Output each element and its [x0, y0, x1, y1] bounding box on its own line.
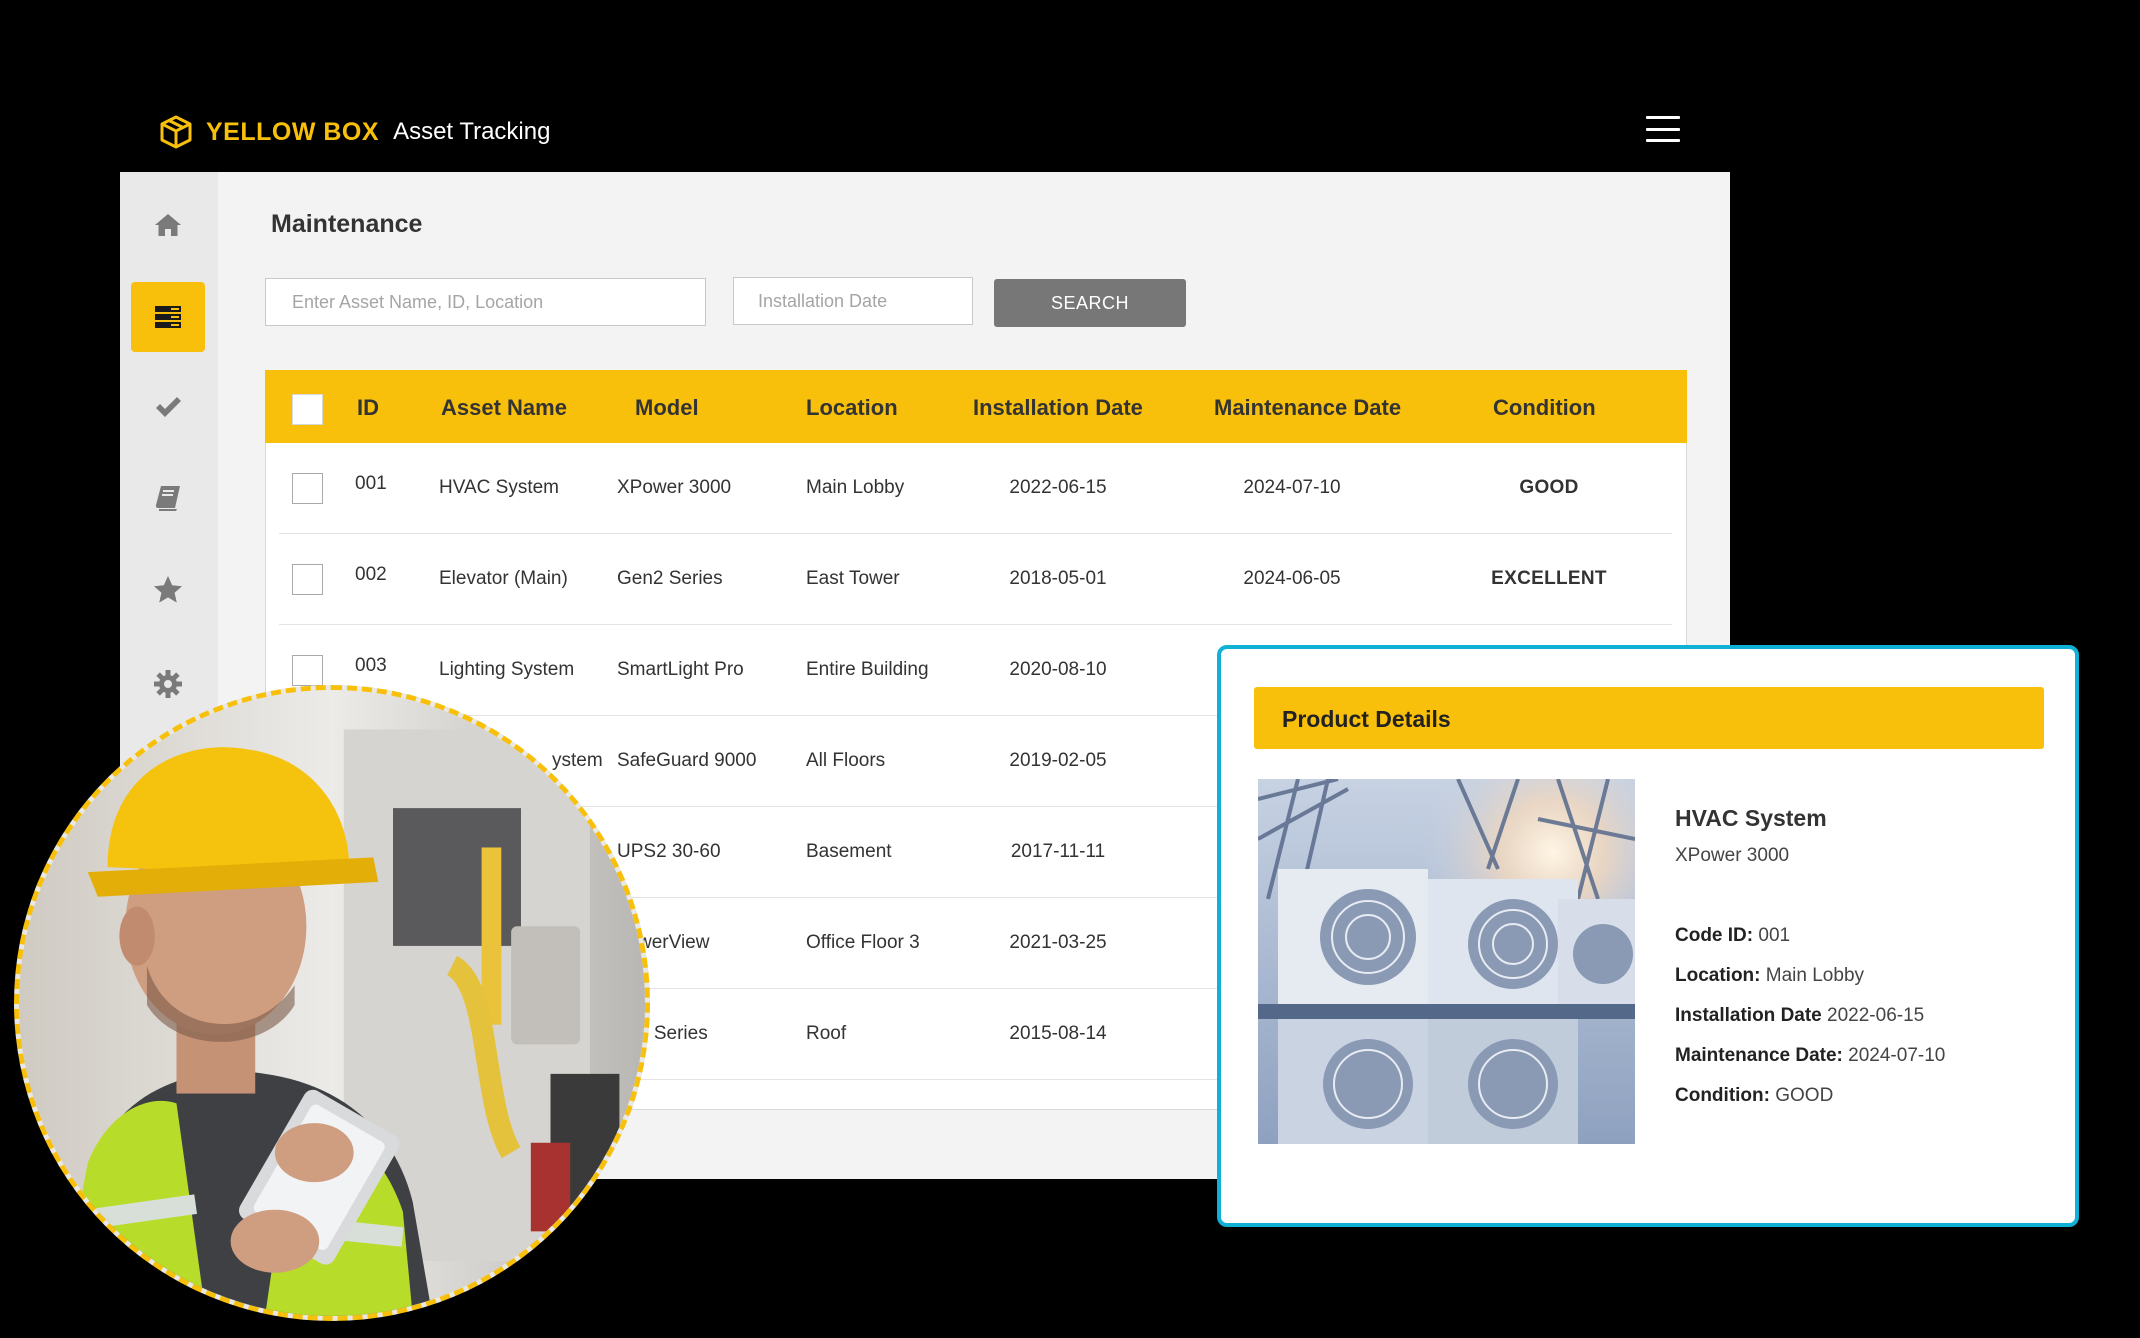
installation-date-field: Installation Date 2022-06-15 [1675, 1005, 1924, 1027]
maintenance-date-field: Maintenance Date: 2024-07-10 [1675, 1045, 1945, 1067]
search-input[interactable] [265, 278, 706, 326]
table-row[interactable]: 002 Elevator (Main) Gen2 Series East Tow… [266, 534, 1686, 625]
star-icon [154, 576, 182, 603]
col-location[interactable]: Location [806, 395, 898, 421]
col-maintenance-date[interactable]: Maintenance Date [1214, 395, 1401, 421]
cell-location: East Tower [806, 568, 900, 589]
col-asset-name[interactable]: Asset Name [441, 395, 567, 421]
check-icon [156, 397, 181, 417]
cell-installation-date: 2020-08-10 [1009, 659, 1107, 680]
cell-installation-date: 2019-02-05 [1009, 750, 1107, 771]
sidebar-item-assets[interactable] [131, 282, 205, 352]
book-icon [155, 486, 180, 511]
sidebar-item-favorites[interactable] [131, 555, 205, 625]
brand[interactable]: YELLOW BOX Asset Tracking [158, 112, 550, 152]
row-checkbox[interactable] [292, 564, 323, 595]
product-details-card: Product Details HVAC System XPower 3000 … [1217, 645, 2079, 1227]
cell-location: Entire Building [806, 659, 929, 680]
product-name: HVAC System [1675, 805, 1827, 831]
server-list-icon [155, 306, 181, 328]
cell-id: 001 [355, 473, 387, 494]
cell-location: Main Lobby [806, 477, 905, 498]
cell-maintenance-date: 2024-06-05 [1243, 568, 1341, 589]
installation-date-input[interactable] [733, 277, 973, 325]
maintenance-date-value: 2024-07-10 [1848, 1045, 1946, 1066]
card-header: Product Details [1254, 687, 2044, 749]
condition-field: Condition: GOOD [1675, 1085, 1833, 1107]
cell-condition: EXCELLENT [1491, 568, 1607, 589]
row-checkbox[interactable] [292, 473, 323, 504]
select-all-checkbox[interactable] [292, 394, 323, 425]
cell-installation-date: 2015-08-14 [1009, 1023, 1107, 1044]
cell-model: Gen2 Series [617, 568, 723, 589]
brand-subtitle: Asset Tracking [393, 118, 551, 145]
technician-illustration [19, 690, 645, 1316]
table-row[interactable]: 001 HVAC System XPower 3000 Main Lobby 2… [266, 443, 1686, 534]
col-id[interactable]: ID [357, 395, 379, 421]
sidebar-item-home[interactable] [131, 190, 205, 260]
cell-installation-date: 2022-06-15 [1009, 477, 1107, 498]
code-id-label: Code ID: [1675, 925, 1754, 946]
product-model: XPower 3000 [1675, 845, 1790, 866]
cell-installation-date: 2017-11-11 [1010, 841, 1106, 862]
row-checkbox[interactable] [292, 655, 323, 686]
location-field: Location: Main Lobby [1675, 965, 1864, 987]
worker-photo [14, 685, 650, 1321]
cell-location: Roof [806, 1023, 847, 1044]
table-header: ID Asset Name Model Location Installatio… [265, 370, 1687, 443]
product-image [1258, 779, 1635, 1144]
cell-id: 003 [355, 655, 387, 676]
maintenance-date-label: Maintenance Date: [1675, 1045, 1843, 1066]
cell-asset-name: HVAC System [439, 477, 560, 498]
home-icon [155, 214, 181, 236]
location-label: Location: [1675, 965, 1761, 986]
cell-location: Office Floor 3 [806, 932, 920, 953]
cell-model: XPower 3000 [617, 477, 732, 498]
cell-maintenance-date: 2024-07-10 [1243, 477, 1341, 498]
col-condition[interactable]: Condition [1493, 395, 1596, 421]
location-value: Main Lobby [1765, 965, 1865, 986]
condition-label: Condition: [1675, 1085, 1770, 1106]
card-title: Product Details [1282, 706, 1451, 732]
top-bar: YELLOW BOX Asset Tracking [120, 92, 1730, 172]
hamburger-menu-icon[interactable] [1646, 116, 1680, 142]
cell-location: Basement [806, 841, 892, 862]
cell-condition: GOOD [1519, 477, 1579, 498]
cell-asset-name: Lighting System [439, 659, 575, 680]
col-installation-date[interactable]: Installation Date [973, 395, 1143, 421]
cell-installation-date: 2021-03-25 [1009, 932, 1107, 953]
cell-asset-name: Elevator (Main) [439, 568, 568, 589]
hvac-units-illustration [1258, 779, 1635, 1144]
cell-model: werView [638, 932, 710, 953]
brand-name: YELLOW BOX [206, 117, 380, 146]
cell-model: SmartLight Pro [617, 659, 744, 680]
condition-value: GOOD [1775, 1085, 1834, 1106]
sidebar-item-docs[interactable] [131, 463, 205, 533]
product-info: HVAC System XPower 3000 Code ID: 001 Loc… [1675, 805, 1945, 1106]
sidebar-item-tasks[interactable] [131, 372, 205, 442]
page-title: Maintenance [271, 210, 423, 238]
cell-location: All Floors [806, 750, 886, 771]
col-model[interactable]: Model [635, 395, 699, 421]
cell-installation-date: 2018-05-01 [1009, 568, 1107, 589]
box-logo-icon [160, 115, 192, 149]
search-button[interactable]: SEARCH [994, 279, 1186, 327]
installation-date-value: 2022-06-15 [1827, 1005, 1925, 1026]
code-id-field: Code ID: 001 [1675, 925, 1790, 947]
code-id-value: 001 [1758, 925, 1791, 946]
installation-date-label: Installation Date [1675, 1005, 1822, 1026]
cell-id: 002 [355, 564, 387, 585]
